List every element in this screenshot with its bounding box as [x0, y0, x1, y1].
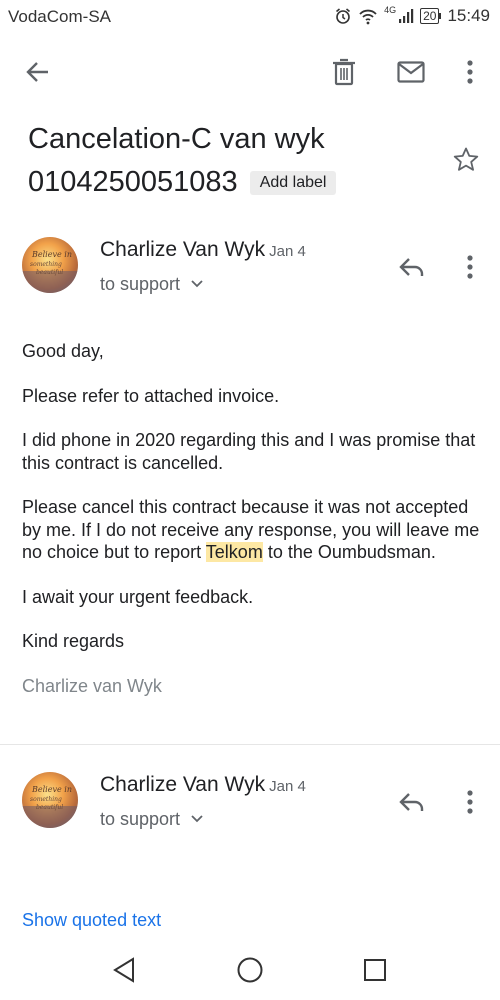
- add-label-button[interactable]: Add label: [249, 171, 337, 195]
- recipient-details[interactable]: to support: [100, 807, 203, 830]
- chevron-down-icon: [191, 807, 203, 828]
- paragraph: I await your urgent feedback.: [22, 586, 254, 607]
- more-vert-icon[interactable]: [450, 52, 490, 92]
- clock: 15:49: [447, 6, 490, 25]
- status-icons: 4G 20 15:49: [334, 5, 490, 26]
- carrier-name: VodaCom-SA: [8, 7, 111, 26]
- svg-text:Believe in: Believe in: [31, 785, 72, 794]
- alarm-icon: [334, 7, 352, 25]
- email-subject: Cancelation-C van wyk 0104250051083 Add …: [28, 118, 448, 204]
- delete-icon[interactable]: [324, 52, 364, 92]
- paragraph: Please cancel this contract because it w…: [22, 497, 480, 562]
- message-header[interactable]: Believe in something beautiful Charlize …: [0, 232, 500, 312]
- show-quoted-text-link[interactable]: Show quoted text: [22, 910, 161, 931]
- signature: Charlize van Wyk: [22, 675, 162, 696]
- status-bar: VodaCom-SA 4G 20 15:49: [0, 0, 500, 34]
- reply-icon[interactable]: [390, 247, 434, 287]
- message-header[interactable]: Believe in something beautiful Charlize …: [0, 767, 500, 847]
- message-more-icon[interactable]: [450, 247, 490, 287]
- svg-text:something: something: [30, 796, 62, 803]
- nav-recents-icon[interactable]: [355, 950, 395, 990]
- greeting: Good day,: [22, 341, 104, 361]
- sender-name: Charlize Van Wyk: [100, 238, 266, 261]
- battery-icon: 20: [420, 8, 442, 24]
- highlighted-term[interactable]: Telkom: [205, 542, 263, 562]
- battery-level: 20: [420, 8, 440, 24]
- message-date: Jan 4: [269, 778, 306, 795]
- sender-line: Charlize Van Wyk Jan 4: [100, 238, 306, 262]
- nav-back-icon[interactable]: [104, 950, 144, 990]
- closing: Kind regards: [22, 631, 125, 651]
- avatar: Believe in something beautiful: [22, 772, 78, 828]
- svg-text:beautiful: beautiful: [36, 269, 63, 276]
- wifi-icon: [358, 7, 378, 25]
- nav-home-icon[interactable]: [230, 950, 270, 990]
- paragraph: I did phone in 2020 regarding this and I…: [22, 430, 476, 473]
- email-toolbar: [0, 40, 500, 104]
- message-divider: [0, 744, 500, 745]
- back-arrow-icon[interactable]: [18, 52, 58, 92]
- star-icon[interactable]: [452, 146, 480, 179]
- avatar: Believe in something beautiful: [22, 237, 78, 293]
- chevron-down-icon: [191, 272, 203, 293]
- system-nav-bar: [0, 940, 500, 1000]
- network-type: 4G: [384, 5, 397, 15]
- sender-line: Charlize Van Wyk Jan 4: [100, 773, 306, 797]
- mail-icon[interactable]: [391, 52, 431, 92]
- recipient-text: to support: [100, 809, 181, 829]
- sender-name: Charlize Van Wyk: [100, 773, 266, 796]
- paragraph: Please refer to attached invoice.: [22, 385, 280, 406]
- message-more-icon[interactable]: [450, 782, 490, 822]
- signal-icon: [398, 8, 414, 24]
- recipient-details[interactable]: to support: [100, 272, 203, 295]
- reply-icon[interactable]: [390, 782, 434, 822]
- message-body: Good day, Please refer to attached invoi…: [22, 340, 482, 719]
- recipient-text: to support: [100, 274, 181, 294]
- svg-text:something: something: [30, 261, 62, 268]
- message-date: Jan 4: [269, 243, 306, 260]
- avatar-lettering: Believe in: [31, 250, 72, 259]
- svg-text:beautiful: beautiful: [36, 804, 63, 811]
